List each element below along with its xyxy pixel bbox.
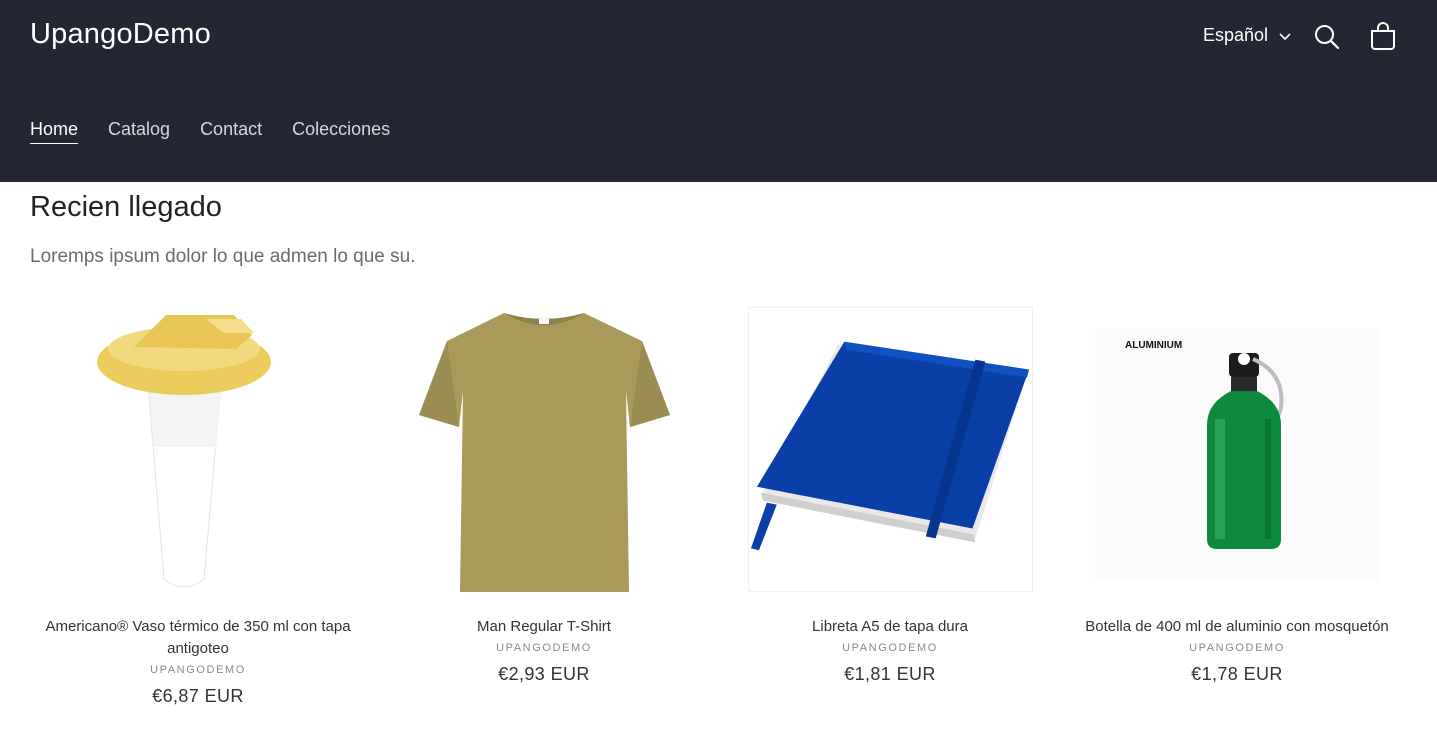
product-card[interactable]: ALUMINIUM Botella de 400 ml de aluminio …	[1072, 307, 1402, 685]
product-vendor: UPANGODEMO	[1189, 642, 1285, 654]
product-card[interactable]: Man Regular T-Shirt UPANGODEMO €2,93 EUR	[379, 307, 709, 685]
product-title[interactable]: Botella de 400 ml de aluminio con mosque…	[1072, 616, 1402, 638]
nav-contact[interactable]: Contact	[200, 119, 262, 144]
product-title[interactable]: Man Regular T-Shirt	[379, 616, 709, 638]
nav-catalog[interactable]: Catalog	[108, 119, 170, 144]
language-label: Español	[1203, 25, 1269, 45]
bottle-image-label: ALUMINIUM	[1125, 340, 1182, 351]
product-vendor: UPANGODEMO	[150, 664, 246, 676]
language-selector[interactable]: Español	[1203, 25, 1292, 46]
notebook-image[interactable]	[747, 307, 1033, 592]
cart-icon[interactable]	[1368, 22, 1398, 52]
tshirt-image[interactable]	[402, 307, 687, 592]
store-logo[interactable]: UpangoDemo	[30, 18, 211, 51]
product-price: €1,81 EUR	[844, 664, 936, 684]
section-title: Recien llegado	[30, 191, 222, 223]
product-card[interactable]: Americano® Vaso térmico de 350 ml con ta…	[33, 307, 363, 707]
product-price: €1,78 EUR	[1191, 664, 1283, 684]
product-price: €6,87 EUR	[152, 686, 244, 706]
product-price: €2,93 EUR	[498, 664, 590, 684]
product-title[interactable]: Libreta A5 de tapa dura	[725, 616, 1055, 638]
product-vendor: UPANGODEMO	[842, 642, 938, 654]
product-vendor: UPANGODEMO	[496, 642, 592, 654]
cup-image[interactable]	[56, 307, 341, 592]
bottle-image[interactable]: ALUMINIUM	[1094, 307, 1380, 592]
main-nav: Home Catalog Contact Colecciones	[30, 119, 390, 144]
product-card[interactable]: Libreta A5 de tapa dura UPANGODEMO €1,81…	[725, 307, 1055, 685]
chevron-down-icon	[1279, 32, 1291, 40]
nav-colecciones[interactable]: Colecciones	[292, 119, 390, 144]
section-description: Loremps ipsum dolor lo que admen lo que …	[30, 246, 416, 267]
nav-home[interactable]: Home	[30, 119, 79, 144]
product-title[interactable]: Americano® Vaso térmico de 350 ml con ta…	[33, 616, 363, 660]
search-icon[interactable]	[1313, 23, 1341, 51]
site-header: UpangoDemo Español Home Catalog Contact …	[0, 0, 1437, 182]
